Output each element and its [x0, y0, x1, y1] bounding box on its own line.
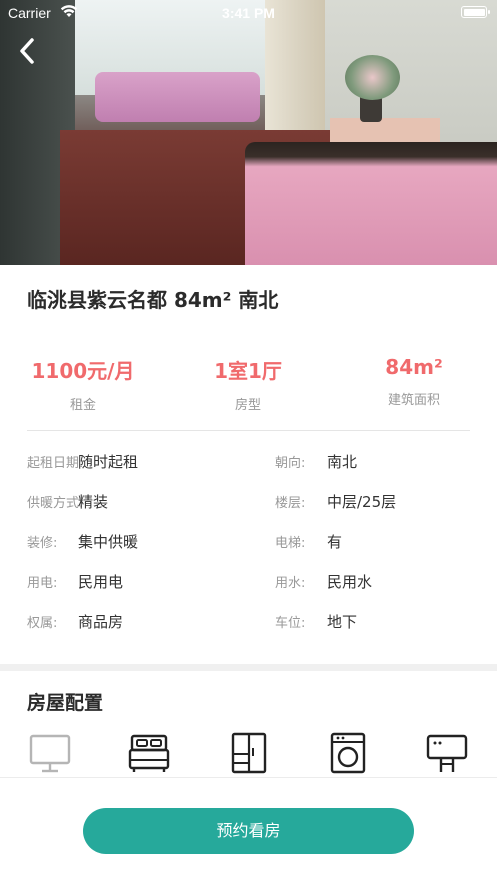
divider: [27, 430, 470, 431]
wardrobe-icon: [226, 730, 272, 776]
detail-item: 电梯: 有: [275, 532, 342, 551]
detail-item: 车位: 地下: [275, 612, 357, 631]
stat-layout: 1室1厅 房型: [168, 355, 328, 413]
book-viewing-button[interactable]: 预约看房: [83, 808, 414, 854]
section-separator: [0, 664, 497, 671]
bed-icon: [126, 730, 172, 776]
detail-value: 集中供暖: [78, 533, 139, 551]
status-bar: Carrier 3:41 PM: [0, 0, 497, 26]
stat-value: 84m²: [385, 355, 443, 379]
detail-item: 供暖方式: 精装: [27, 492, 108, 511]
tv-icon: [27, 730, 73, 776]
stat-value: 1100元/月: [31, 359, 135, 383]
detail-row: 用电: 民用电 用水: 民用水: [27, 572, 470, 612]
detail-value: 有: [327, 533, 343, 551]
detail-list: 起租日期: 随时起租 朝向: 南北 供暖方式: 精装 楼层: 中层/25层 装修…: [27, 452, 470, 652]
detail-item: 起租日期: 随时起租: [27, 452, 138, 471]
detail-value: 地下: [327, 613, 358, 631]
key-stats: 1100元/月 租金 1室1厅 房型 84m² 建筑面积: [0, 355, 497, 415]
listing-title: 临洮县紫云名都 84m² 南北: [27, 288, 279, 312]
detail-value: 中层/25层: [327, 493, 397, 511]
detail-item: 用电: 民用电: [27, 572, 123, 591]
stat-label: 房型: [234, 398, 261, 413]
detail-row: 供暖方式: 精装 楼层: 中层/25层: [27, 492, 470, 532]
bottom-action-bar: 预约看房: [0, 777, 497, 883]
stat-label: 租金: [69, 398, 96, 413]
photo-plant: [345, 55, 400, 100]
detail-value: 南北: [327, 453, 358, 471]
detail-key: 电梯:: [275, 536, 306, 551]
detail-key: 用电:: [27, 576, 58, 591]
detail-item: 朝向: 南北: [275, 452, 357, 471]
detail-row: 装修: 集中供暖 电梯: 有: [27, 532, 470, 572]
detail-value: 精装: [78, 493, 109, 511]
detail-value: 民用水: [327, 573, 373, 591]
back-button[interactable]: [14, 36, 44, 66]
stat-area: 84m² 建筑面积: [334, 355, 494, 408]
washing-machine-icon: [325, 730, 371, 776]
detail-item: 用水: 民用水: [275, 572, 372, 591]
water-heater-icon: [424, 730, 470, 776]
listing-photo[interactable]: [0, 0, 497, 265]
detail-row: 起租日期: 随时起租 朝向: 南北: [27, 452, 470, 492]
detail-item: 楼层: 中层/25层: [275, 492, 396, 511]
detail-item: 装修: 集中供暖: [27, 532, 138, 551]
detail-key: 权属:: [27, 616, 58, 631]
detail-key: 楼层:: [275, 496, 306, 511]
photo-bed-back: [95, 72, 260, 122]
detail-value: 民用电: [78, 573, 124, 591]
detail-key: 装修:: [27, 536, 58, 551]
detail-key: 供暖方式:: [27, 496, 84, 511]
battery-icon: [461, 6, 490, 18]
chevron-left-icon: [20, 38, 34, 64]
detail-value: 商品房: [78, 613, 124, 631]
detail-key: 用水:: [275, 576, 306, 591]
status-time: 3:41 PM: [222, 5, 275, 21]
photo-bed-front: [245, 142, 497, 265]
detail-value: 随时起租: [78, 453, 139, 471]
stat-label: 建筑面积: [387, 393, 440, 408]
detail-item: 权属: 商品房: [27, 612, 123, 631]
detail-key: 起租日期:: [27, 456, 84, 471]
detail-row: 权属: 商品房 车位: 地下: [27, 612, 470, 652]
facilities-list: [0, 730, 497, 778]
facilities-title: 房屋配置: [27, 692, 104, 714]
detail-key: 朝向:: [275, 456, 306, 471]
stat-rent: 1100元/月 租金: [3, 355, 163, 413]
stat-value: 1室1厅: [214, 359, 282, 383]
detail-key: 车位:: [275, 616, 306, 631]
